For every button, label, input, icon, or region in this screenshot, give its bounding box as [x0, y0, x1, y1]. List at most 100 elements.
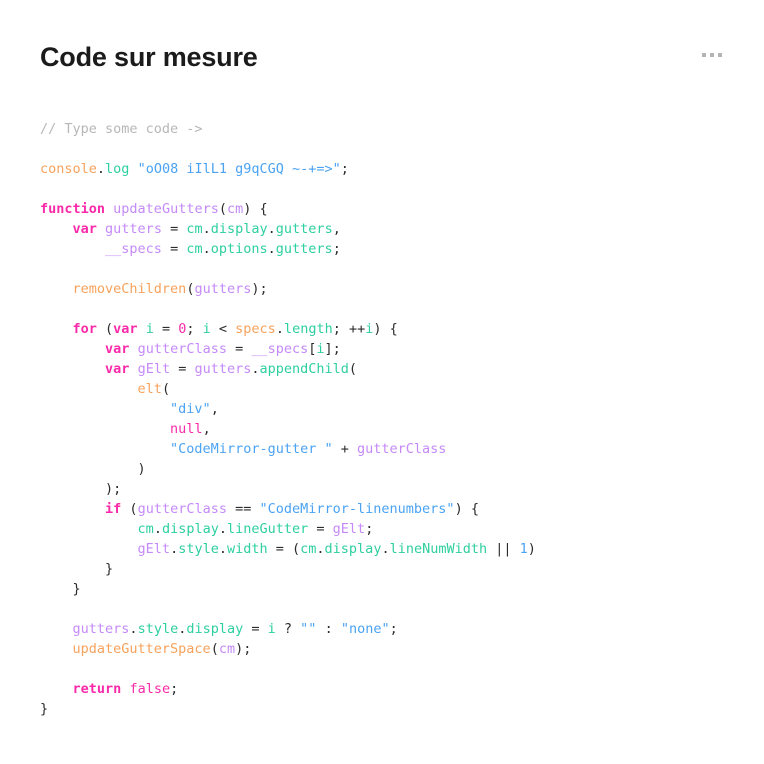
code-token: ); [40, 481, 122, 497]
code-line: cm.display.lineGutter = gElt; [40, 519, 740, 539]
code-token: ? [275, 621, 301, 637]
code-token: gutters [194, 281, 252, 297]
code-token: elt [137, 381, 162, 397]
code-token: ; ++ [332, 321, 366, 337]
code-token: "div" [170, 401, 211, 417]
code-token: ; [186, 321, 203, 337]
code-token: . [202, 221, 211, 237]
code-token: , [202, 421, 211, 437]
code-line: "CodeMirror-gutter " + gutterClass [40, 439, 740, 459]
code-token: ; [365, 521, 374, 537]
code-token: = [308, 521, 333, 537]
ellipsis-horizontal-icon-dot-3 [718, 53, 722, 57]
code-line: removeChildren(gutters); [40, 279, 740, 299]
code-token: . [218, 541, 227, 557]
code-line: } [40, 579, 740, 599]
code-token: if [105, 501, 122, 517]
code-token: console [40, 161, 97, 177]
code-token: __specs [251, 341, 309, 357]
code-token: display [161, 521, 219, 537]
code-token: ; [340, 161, 349, 177]
code-token: style [178, 541, 219, 557]
code-token: . [96, 161, 106, 177]
code-token: "CodeMirror-gutter " [170, 441, 333, 457]
code-token: return [72, 681, 122, 697]
code-token: i [267, 621, 276, 637]
code-token: 1 [519, 541, 528, 557]
code-token: ; [170, 681, 179, 697]
code-token: } [40, 581, 81, 597]
code-token: = [153, 321, 179, 337]
code-line: } [40, 559, 740, 579]
code-token: . [170, 541, 179, 557]
code-token: length [283, 321, 333, 337]
code-token: gutters [275, 241, 333, 257]
code-token: style [137, 621, 179, 637]
code-token: i [316, 341, 325, 357]
code-editor[interactable]: // Type some code -> console.log "oO08 i… [40, 119, 740, 719]
code-token: gutterClass [137, 341, 227, 357]
code-token: lineGutter [227, 521, 309, 537]
code-token: removeChildren [72, 281, 187, 297]
code-token: ; [389, 621, 398, 637]
code-token: ( [161, 381, 171, 397]
ellipsis-horizontal-icon-dot-2 [710, 53, 714, 57]
code-line: if (gutterClass == "CodeMirror-linenumbe… [40, 499, 740, 519]
code-token: = [161, 241, 187, 257]
code-token: "" [300, 621, 317, 637]
code-token: cm [300, 541, 317, 557]
code-token: ( [96, 321, 114, 337]
code-token: , [332, 221, 341, 237]
code-token: ( [121, 501, 138, 517]
code-token: display [324, 541, 382, 557]
code-token: ) { [454, 501, 479, 517]
code-token: options [210, 241, 268, 257]
code-token: = [170, 361, 195, 377]
code-token: gutterClass [357, 441, 447, 457]
code-token: var [72, 221, 97, 237]
code-token: false [129, 681, 171, 697]
code-token: + [332, 441, 357, 457]
code-token: . [153, 521, 162, 537]
code-line: var gutters = cm.display.gutters, [40, 219, 740, 239]
code-token: "none" [340, 621, 390, 637]
code-token: ); [235, 641, 252, 657]
code-token: specs [235, 321, 276, 337]
code-token: gElt [137, 541, 171, 557]
code-token: = [161, 221, 187, 237]
code-token: var [105, 341, 130, 357]
code-token: . [275, 321, 284, 337]
overflow-menu-button[interactable] [700, 43, 724, 57]
code-line: console.log "oO08 iIlL1 g9qCGQ ~-+=>"; [40, 159, 740, 179]
code-token: . [267, 241, 276, 257]
code-line: ); [40, 479, 740, 499]
code-token: } [40, 561, 114, 577]
code-token: ) [40, 461, 146, 477]
ellipsis-horizontal-icon-dot-1 [702, 53, 706, 57]
code-token: lineNumWidth [389, 541, 488, 557]
code-token: ; [332, 241, 341, 257]
code-token: var [105, 361, 130, 377]
code-token: = ( [267, 541, 301, 557]
code-token: i [145, 321, 154, 337]
code-token: . [316, 541, 325, 557]
code-token: . [218, 521, 227, 537]
code-line: for (var i = 0; i < specs.length; ++i) { [40, 319, 740, 339]
code-line: gElt.style.width = (cm.display.lineNumWi… [40, 539, 740, 559]
code-token: || [487, 541, 520, 557]
code-token: log [105, 161, 130, 177]
code-token: gutterClass [137, 501, 227, 517]
